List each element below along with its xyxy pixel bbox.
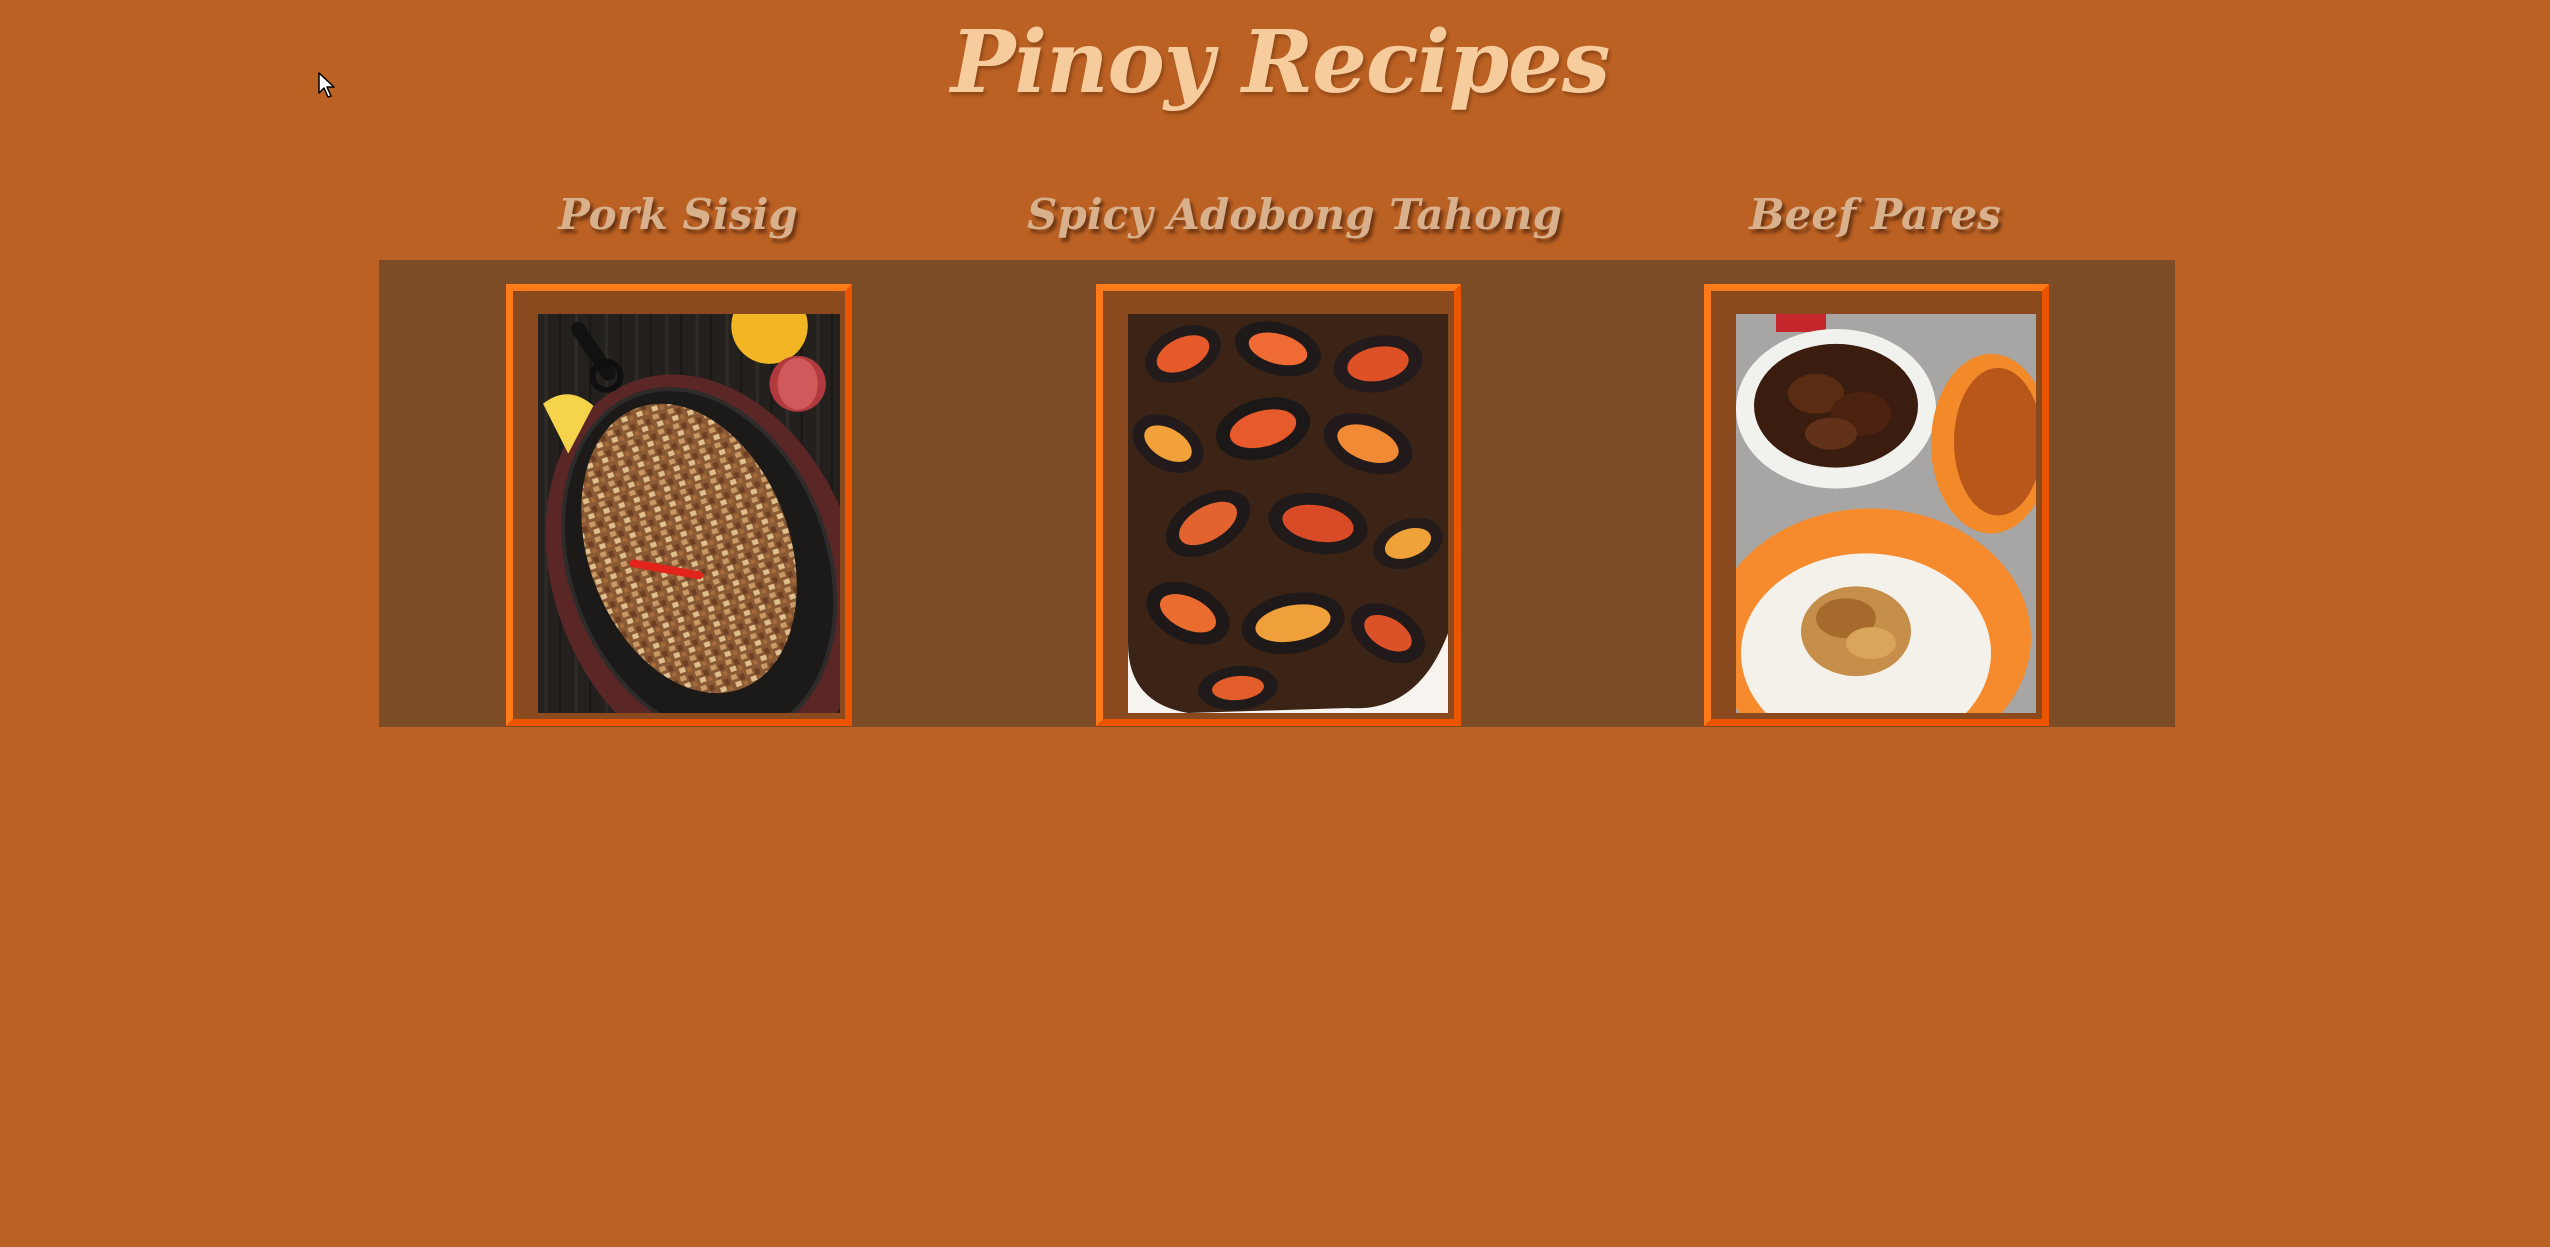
- page-title: Pinoy Recipes: [950, 12, 1611, 113]
- beef-pares-photo[interactable]: [1736, 314, 2036, 713]
- pork-sisig-photo[interactable]: [538, 314, 840, 713]
- recipe-card-spicy-adobong-tahong[interactable]: [1096, 284, 1461, 726]
- spicy-adobong-tahong-photo[interactable]: [1128, 314, 1448, 713]
- recipe-title-pork-sisig: Pork Sisig: [558, 190, 798, 239]
- recipe-title-spicy-adobong-tahong: Spicy Adobong Tahong: [1027, 190, 1563, 239]
- recipe-card-pork-sisig[interactable]: [506, 284, 852, 726]
- recipe-card-beef-pares[interactable]: [1704, 284, 2049, 726]
- recipe-title-beef-pares: Beef Pares: [1749, 190, 2001, 239]
